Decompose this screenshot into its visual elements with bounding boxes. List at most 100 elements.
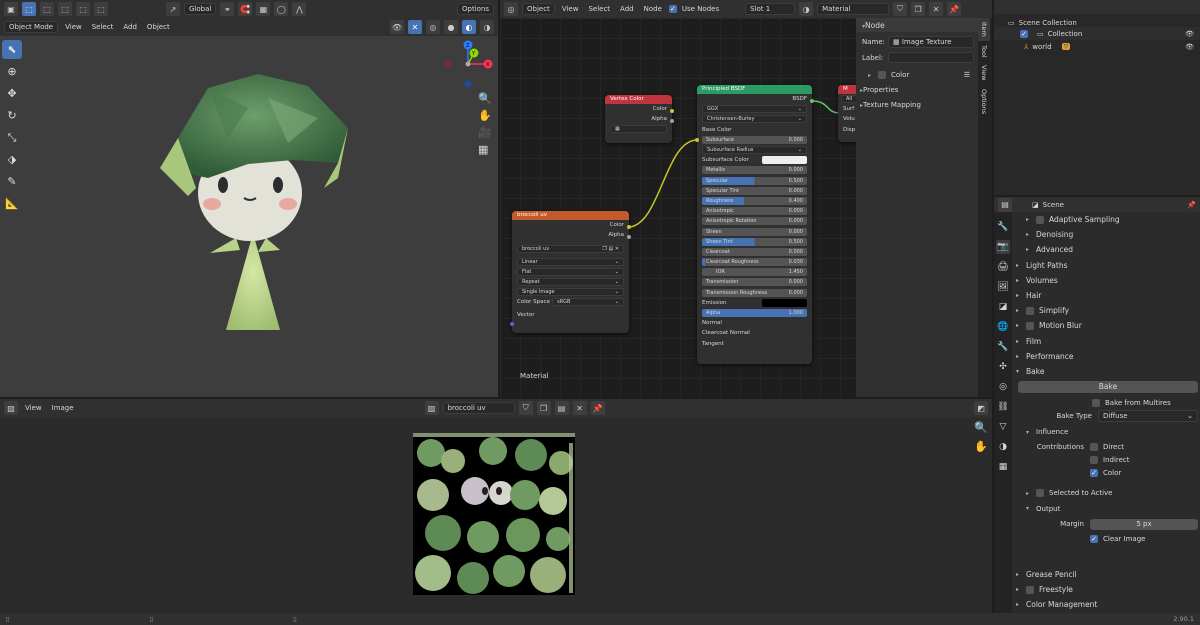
shading-material-icon[interactable]: ◐ <box>462 20 476 34</box>
navigation-gizmo[interactable]: Z Y X <box>440 38 496 90</box>
image-new-icon[interactable]: ❐ <box>536 401 551 415</box>
distribution-dropdown[interactable]: GGX ⌄ <box>702 105 807 114</box>
grease-pencil-panel[interactable]: ▸ Grease Pencil <box>1012 567 1200 582</box>
node-color-toggle[interactable]: ▸ Color ☰ <box>856 63 978 79</box>
clear-image-toggle[interactable]: ✓ Clear Image <box>1012 532 1200 546</box>
image-menu-view[interactable]: View <box>22 403 45 413</box>
image-menu-image[interactable]: Image <box>49 403 77 413</box>
freestyle-panel[interactable]: ▸ Freestyle <box>1012 582 1200 597</box>
measure-tool-icon[interactable]: 📐 <box>2 194 22 213</box>
socket[interactable] <box>627 235 631 239</box>
collection-eye-icon[interactable]: 👁 <box>1185 30 1194 38</box>
constraints-tab-icon[interactable]: ⛓ <box>996 400 1010 414</box>
bsdf-field-clearcoat-roughness[interactable]: Clearcoat Roughness 0.030 <box>702 258 807 267</box>
selected-to-active-subpanel[interactable]: ▸ Selected to Active <box>1012 485 1200 501</box>
shading-rendered-icon[interactable]: ◑ <box>480 20 494 34</box>
particles-tab-icon[interactable]: ✣ <box>996 360 1010 374</box>
image-zoom-icon[interactable]: 🔍 <box>974 421 988 434</box>
editor-type-icon[interactable]: ▣ <box>4 2 18 16</box>
vertex-color-node[interactable]: Vertex Color Color Alpha ▦ <box>605 95 672 143</box>
physics-tab-icon[interactable]: ◎ <box>996 380 1010 394</box>
socket[interactable] <box>670 109 674 113</box>
emission-color-swatch[interactable] <box>762 298 807 307</box>
image-editor[interactable]: ▨ View Image ▨ broccoli uv ⛉ ❐ ▤ ✕ 📌 ◩ 🔍… <box>0 399 992 613</box>
pan-icon[interactable]: ✋ <box>478 109 492 122</box>
bsdf-field-roughness[interactable]: Roughness 0.400 <box>702 196 807 205</box>
subsurface-color-swatch[interactable] <box>762 156 807 165</box>
move-tool-icon[interactable]: ✥ <box>2 84 22 103</box>
annotate-tool-icon[interactable]: ✎ <box>2 172 22 191</box>
principled-bsdf-node[interactable]: Principled BSDF BSDF GGX ⌄ Christensen-Bu… <box>697 85 812 364</box>
material-tab-icon[interactable]: ◑ <box>996 440 1010 454</box>
image-name-field[interactable]: broccoli uv <box>442 402 515 414</box>
viewport-3d[interactable]: ▣ ⬚ ⬚ ⬚ ⬚ ⬚ ↗ Global ⚭ 🧲 ▦ ◯ ⋀ Options O… <box>0 0 498 397</box>
bsdf-field-specular[interactable]: Specular 0.500 <box>702 176 807 185</box>
tab-tool[interactable]: Tool <box>978 41 990 62</box>
bake-panel-header[interactable]: ▾ Bake <box>1012 363 1200 379</box>
extension-dropdown[interactable]: Repeat ⌄ <box>517 278 624 287</box>
direct-toggle[interactable]: Direct <box>1090 442 1124 451</box>
select-subtract-icon[interactable]: ⬚ <box>76 2 90 16</box>
socket[interactable] <box>695 138 699 142</box>
falloff-icon[interactable]: ⋀ <box>292 2 307 16</box>
panel-volumes[interactable]: ▸ Volumes <box>1012 273 1200 288</box>
select-box-icon[interactable]: ⬚ <box>40 2 54 16</box>
snap-icon[interactable]: 🧲 <box>238 2 253 16</box>
interpolation-dropdown[interactable]: Linear ⌄ <box>517 257 624 266</box>
bsdf-field-clearcoat[interactable]: Clearcoat 0.000 <box>702 247 807 256</box>
properties-panel[interactable]: ▸Properties <box>856 79 978 94</box>
select-mode-icon[interactable]: ⬚ <box>22 2 36 16</box>
proportional-icon[interactable]: ◯ <box>274 2 289 16</box>
bsdf-field-transmission[interactable]: Transmission 0.000 <box>702 278 807 287</box>
bake-from-multires[interactable]: Bake from Multires <box>1012 393 1200 408</box>
bsdf-field-sheen[interactable]: Sheen 0.000 <box>702 227 807 236</box>
snap-grid-icon[interactable]: ▦ <box>256 2 271 16</box>
socket[interactable] <box>627 225 631 229</box>
panel-film[interactable]: ▸ Film <box>1012 334 1200 349</box>
cursor-tool-icon[interactable]: ⊕ <box>2 62 22 81</box>
menu-select[interactable]: Select <box>89 22 117 32</box>
tab-view[interactable]: View <box>978 61 990 84</box>
bsdf-field-sheen-tint[interactable]: Sheen Tint 0.500 <box>702 237 807 246</box>
scene-collection-row[interactable]: ▭ Scene Collection <box>994 14 1200 27</box>
mode-dropdown[interactable]: Object Mode <box>4 21 59 33</box>
texture-tab-icon[interactable]: ▦ <box>996 460 1010 474</box>
image-open-icon[interactable]: ▤ <box>554 401 569 415</box>
output-tab-icon[interactable]: 🖨 <box>996 260 1010 274</box>
menu-add[interactable]: Add <box>120 22 140 32</box>
bsdf-field-metallic[interactable]: Metallic 0.000 <box>702 166 807 175</box>
panel-advanced[interactable]: ▸ Advanced <box>1012 242 1200 257</box>
list-icon[interactable]: ☰ <box>964 71 970 79</box>
shading-wire-icon[interactable]: ◎ <box>426 20 440 34</box>
node-editor[interactable]: ◎ Object View Select Add Node ✓ Use Nodes… <box>500 0 992 397</box>
mesh-data-icon[interactable]: ▽ <box>1061 43 1071 50</box>
source-dropdown[interactable]: Single Image ⌄ <box>517 288 624 297</box>
alpha-field[interactable]: Alpha 1.000 <box>702 309 807 318</box>
visibility-icon[interactable]: 👁 <box>390 20 404 34</box>
bsdf-field-anisotropic-rotation[interactable]: Anisotropic Rotation 0.000 <box>702 217 807 226</box>
panel-simplify[interactable]: ▸ Simplify <box>1012 303 1200 318</box>
tool-tab-icon[interactable]: 🔧 <box>996 220 1010 234</box>
broccoli-character-model[interactable] <box>148 68 360 340</box>
subsurface-method-dropdown[interactable]: Christensen-Burley ⌄ <box>702 115 807 124</box>
menu-view[interactable]: View <box>62 22 85 32</box>
data-tab-icon[interactable]: ▽ <box>996 420 1010 434</box>
image-pin-icon[interactable]: 📌 <box>590 401 605 415</box>
modifier-tab-icon[interactable]: 🔧 <box>996 340 1010 354</box>
margin-field[interactable]: 5 px <box>1090 518 1198 530</box>
pivot-icon[interactable]: ⚭ <box>220 2 235 16</box>
indirect-toggle[interactable]: Indirect <box>1012 453 1200 466</box>
image-pan-icon[interactable]: ✋ <box>974 440 988 453</box>
collection-row[interactable]: ✓ ▭ Collection 👁 <box>994 27 1200 40</box>
transform-tool-icon[interactable]: ⬗ <box>2 150 22 169</box>
image-display-icon[interactable]: ◩ <box>974 401 988 415</box>
panel-light-paths[interactable]: ▸ Light Paths <box>1012 258 1200 273</box>
influence-subpanel[interactable]: ▾ Influence <box>1012 424 1200 440</box>
object-eye-icon[interactable]: 👁 <box>1185 43 1194 51</box>
color-space-dropdown[interactable]: sRGB ⌄ <box>552 298 624 307</box>
collection-checkbox[interactable]: ✓ <box>1020 29 1028 38</box>
panel-motion-blur[interactable]: ▸ Motion Blur <box>1012 318 1200 333</box>
image-browse-icon[interactable]: ▨ <box>424 401 439 415</box>
scene-tab-icon[interactable]: ◪ <box>996 300 1010 314</box>
select-invert-icon[interactable]: ⬚ <box>94 2 108 16</box>
